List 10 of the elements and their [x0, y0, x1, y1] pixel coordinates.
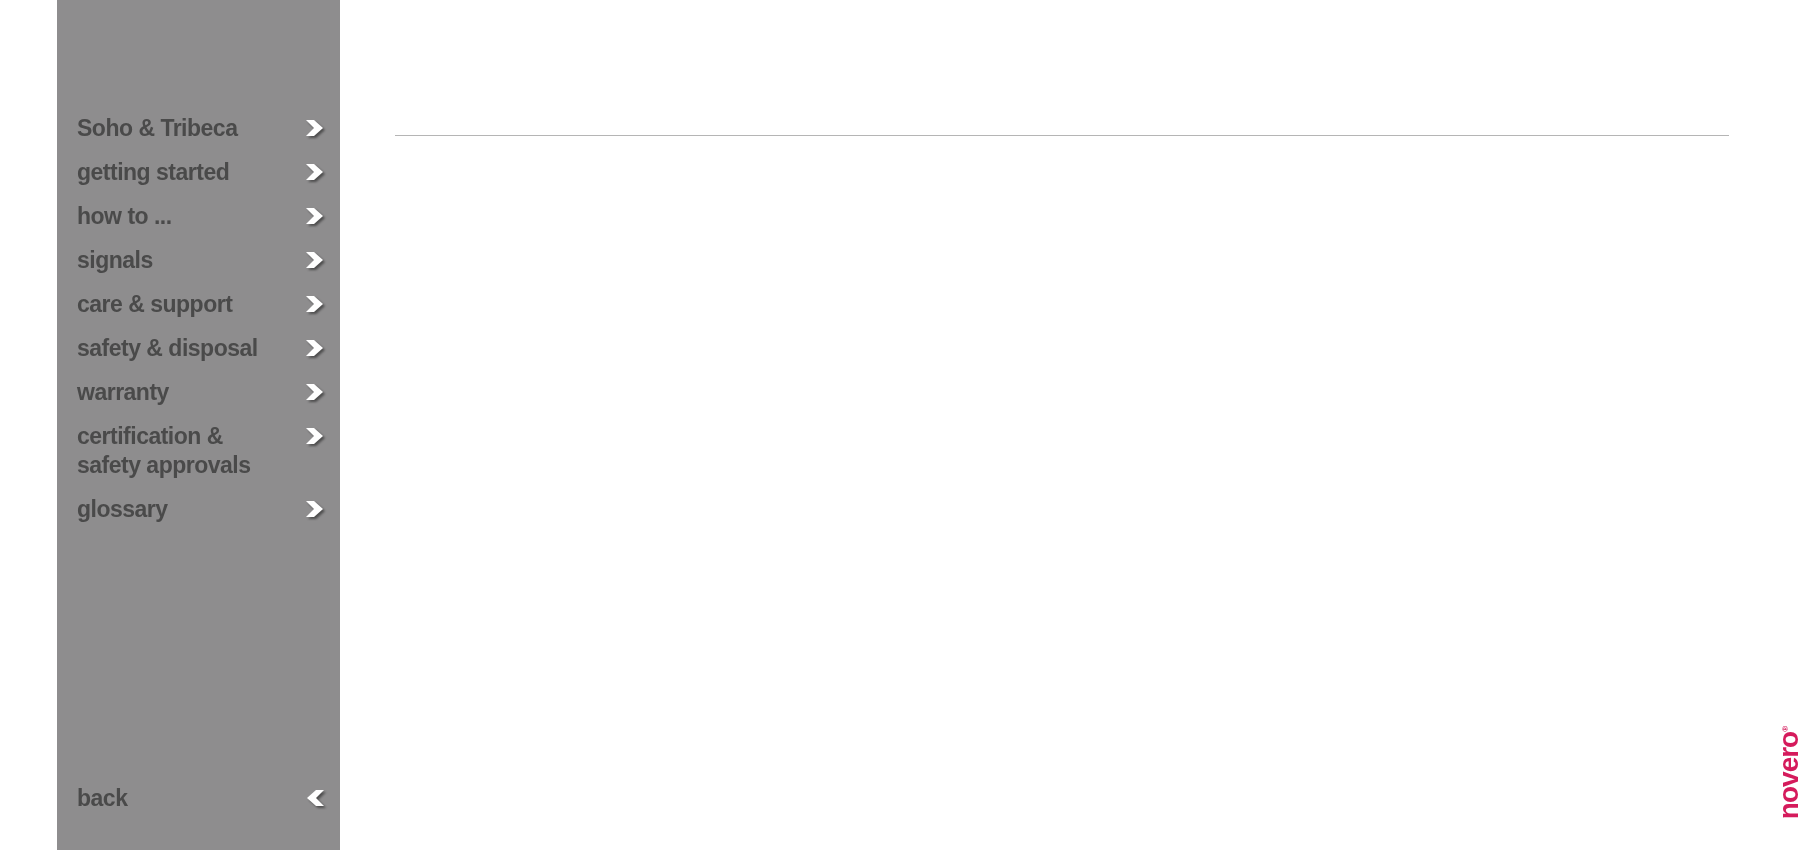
- menu-item[interactable]: warranty: [57, 378, 340, 422]
- menu-item[interactable]: signals: [57, 246, 340, 290]
- menu-item[interactable]: glossary: [57, 495, 340, 539]
- menu-item[interactable]: certification & safety approvals: [57, 422, 340, 495]
- menu-item[interactable]: getting started: [57, 158, 340, 202]
- menu-item[interactable]: safety & disposal: [57, 334, 340, 378]
- back-link[interactable]: back: [57, 784, 340, 828]
- menu-item[interactable]: care & support: [57, 290, 340, 334]
- menu-item[interactable]: Soho & Tribeca: [57, 114, 340, 158]
- menu-item[interactable]: how to ...: [57, 202, 340, 246]
